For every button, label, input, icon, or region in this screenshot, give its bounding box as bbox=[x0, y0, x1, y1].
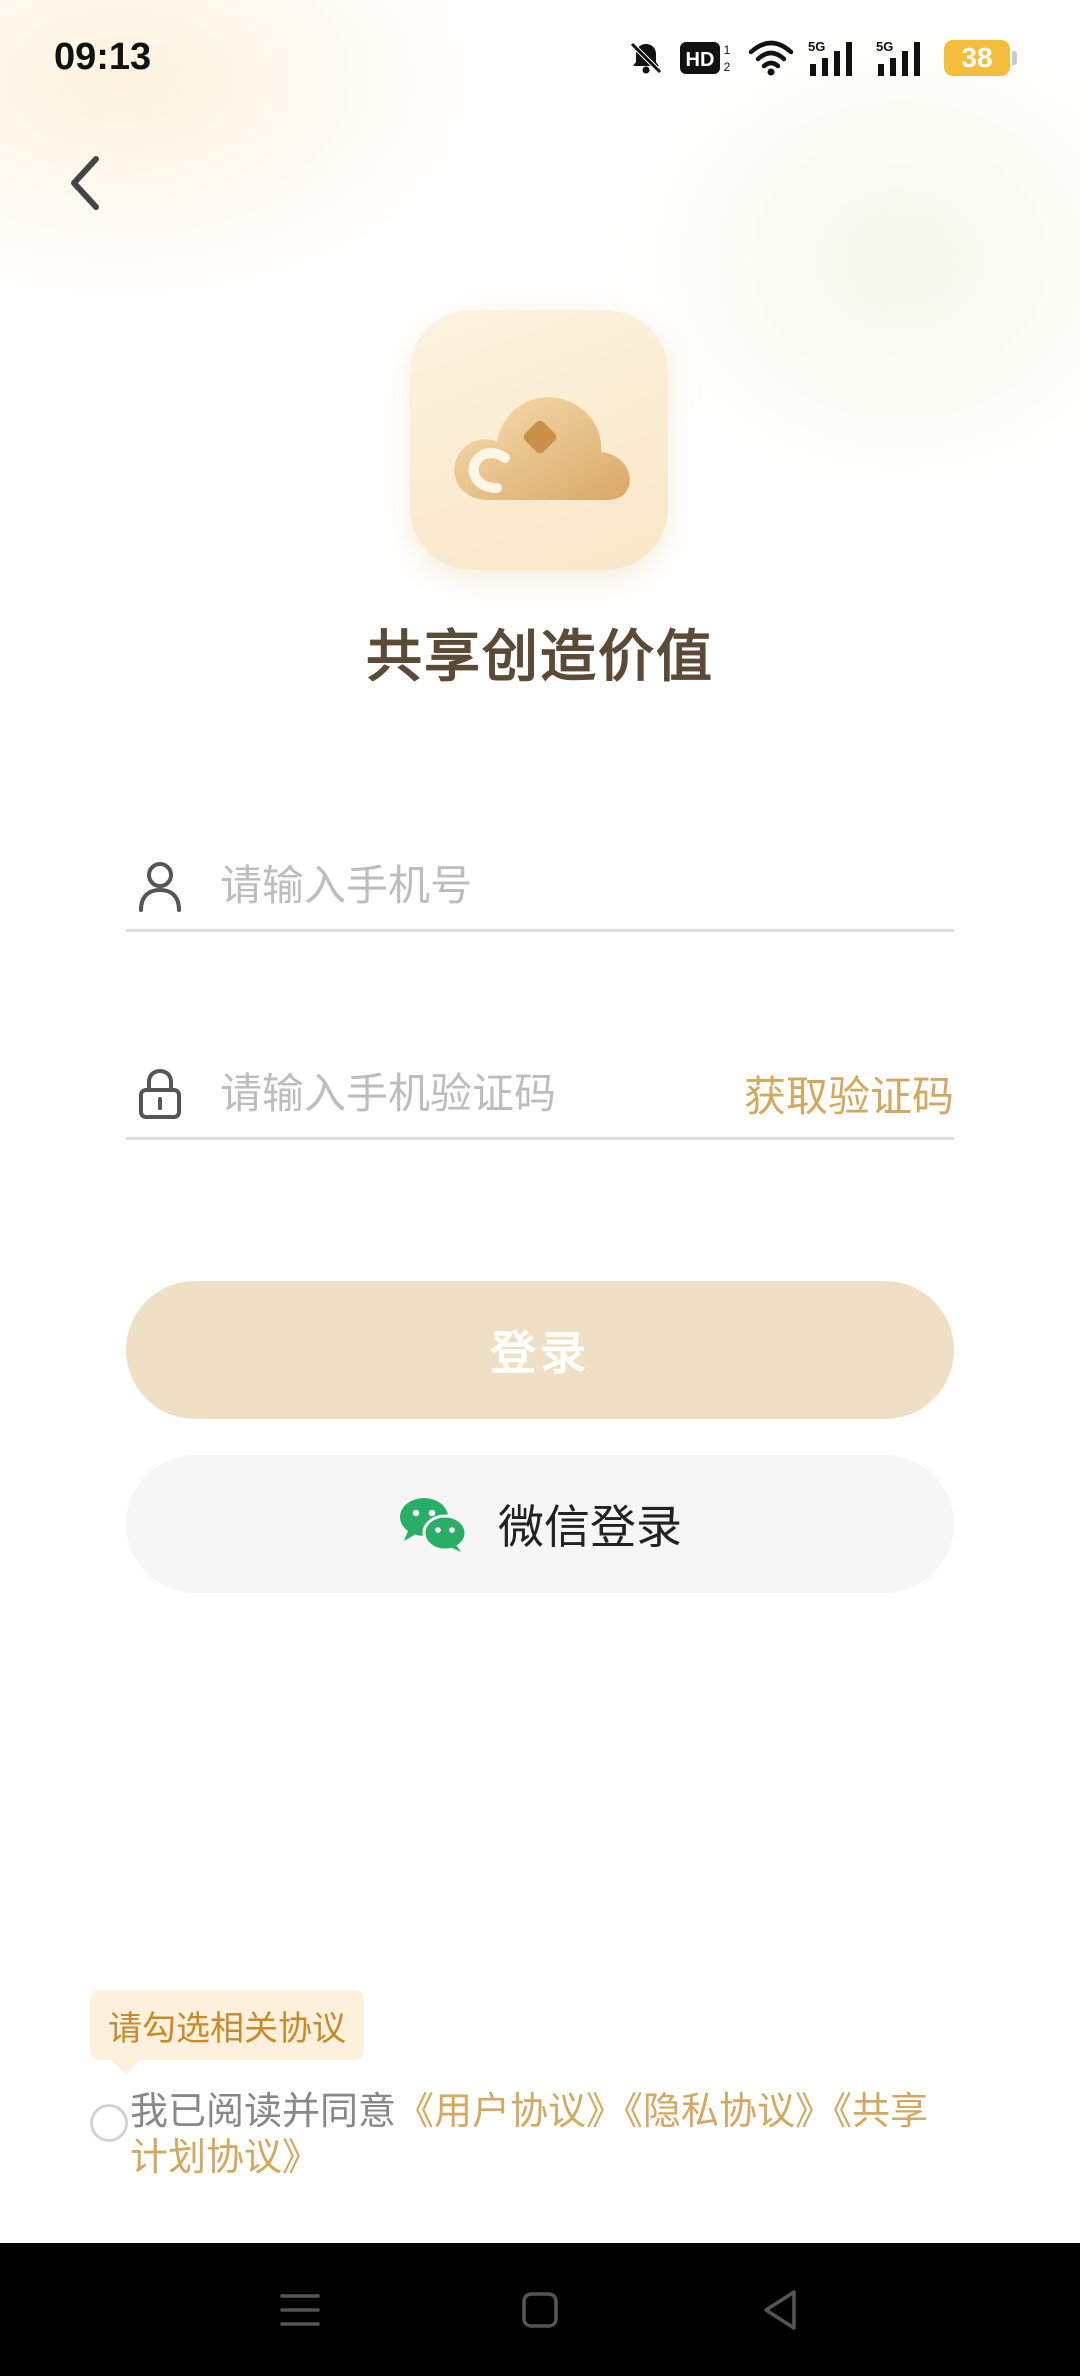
back-button[interactable] bbox=[54, 150, 114, 216]
wechat-login-button[interactable]: 微信登录 bbox=[126, 1455, 954, 1593]
battery-icon: 38 bbox=[944, 40, 1017, 76]
lock-icon bbox=[130, 1064, 190, 1124]
home-nav-button[interactable] bbox=[510, 2280, 570, 2340]
cloud-icon bbox=[454, 397, 630, 500]
agreement-tooltip: 请勾选相关协议 bbox=[90, 1990, 364, 2074]
system-navigation-bar bbox=[0, 2243, 1080, 2376]
5g-signal-icon: 5G bbox=[808, 38, 862, 78]
status-time: 09:13 bbox=[54, 36, 152, 78]
get-code-button[interactable]: 获取验证码 bbox=[744, 1063, 954, 1124]
menu-nav-button[interactable] bbox=[270, 2280, 330, 2340]
svg-text:5G: 5G bbox=[808, 39, 825, 54]
back-nav-button[interactable] bbox=[750, 2280, 810, 2340]
svg-text:HD: HD bbox=[686, 49, 715, 71]
status-bar: 09:13 HD 1 2 5G 5G 38 bbox=[0, 0, 1080, 120]
user-icon bbox=[130, 856, 190, 916]
wifi-icon bbox=[748, 38, 794, 78]
hd-icon: HD 1 2 bbox=[680, 38, 734, 78]
phone-input[interactable] bbox=[220, 861, 954, 910]
wechat-login-label: 微信登录 bbox=[498, 1500, 682, 1554]
battery-level: 38 bbox=[961, 42, 993, 73]
status-icons: HD 1 2 5G 5G 38 bbox=[626, 36, 1017, 80]
app-logo bbox=[410, 310, 668, 570]
svg-text:1: 1 bbox=[724, 43, 731, 57]
agreement-checkbox[interactable] bbox=[90, 2104, 128, 2142]
back-triangle-icon bbox=[764, 2289, 796, 2330]
mute-bell-icon bbox=[626, 38, 666, 78]
agreement-prefix: 我已阅读并同意 bbox=[130, 2089, 397, 2133]
5g-signal-icon: 5G bbox=[876, 38, 930, 78]
user-agreement-link[interactable]: 《用户协议》 bbox=[396, 2089, 624, 2133]
verification-code-field: 获取验证码 bbox=[126, 1050, 954, 1140]
svg-text:5G: 5G bbox=[876, 39, 893, 54]
home-square-icon bbox=[522, 2291, 558, 2328]
privacy-agreement-link[interactable]: 《隐私协议》 bbox=[624, 2089, 833, 2133]
login-button[interactable]: 登录 bbox=[126, 1281, 954, 1419]
wechat-icon bbox=[400, 1498, 468, 1552]
menu-icon bbox=[280, 2293, 320, 2326]
agreement-text: 我已阅读并同意《用户协议》《隐私协议》《共享计划协议》 bbox=[130, 2088, 960, 2180]
svg-text:2: 2 bbox=[724, 60, 731, 74]
verification-code-input[interactable] bbox=[220, 1069, 744, 1118]
slogan: 共享创造价值 bbox=[366, 625, 714, 690]
phone-field bbox=[126, 842, 954, 932]
chevron-left-icon bbox=[71, 156, 99, 210]
